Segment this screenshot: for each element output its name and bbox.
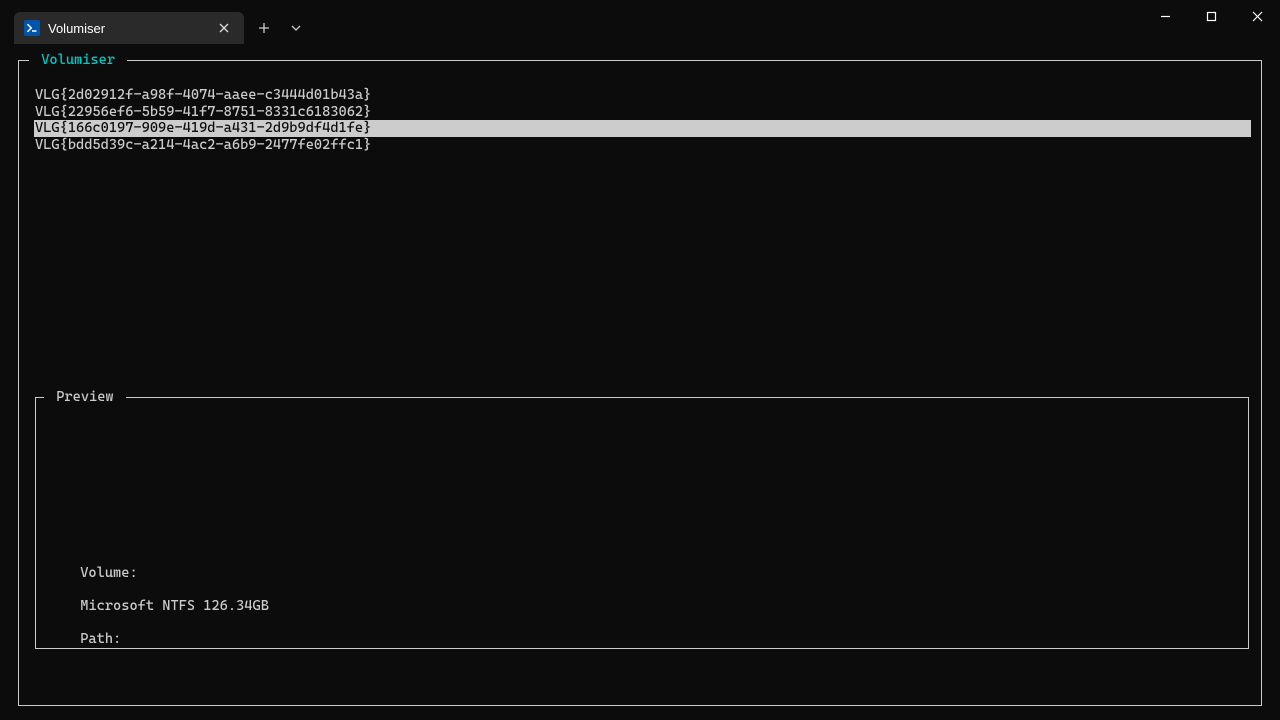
volume-list-item[interactable]: VLG{166c0197-909e-419d-a431-2d9b9df4d1fe… — [34, 120, 1251, 137]
status-volume-value: Microsoft NTFS 126.34GB — [80, 598, 269, 614]
status-path-label: Path: — [80, 631, 121, 647]
main-panel-title: Volumiser — [29, 52, 127, 69]
tab-title: Volumiser — [48, 21, 206, 36]
volume-list-item[interactable]: VLG{2d02912f-a98f-4074-aaee-c3444d01b43a… — [35, 87, 1251, 104]
window-controls — [1142, 0, 1280, 40]
new-tab-button[interactable] — [248, 12, 280, 44]
preview-panel-title: Preview — [44, 389, 126, 406]
terminal-surface: Volumiser VLG{2d02912f-a98f-4074-aaee-c3… — [0, 48, 1280, 720]
titlebar: Volumiser — [0, 0, 1280, 48]
tab-strip: Volumiser — [0, 0, 312, 44]
maximize-button[interactable] — [1188, 0, 1234, 32]
tab-close-button[interactable] — [214, 18, 234, 38]
close-window-button[interactable] — [1234, 0, 1280, 32]
tab-volumiser[interactable]: Volumiser — [14, 12, 244, 44]
volume-list-item[interactable]: VLG{bdd5d39c-a214-4ac2-a6b9-2477fe02ffc1… — [35, 137, 1251, 154]
minimize-button[interactable] — [1142, 0, 1188, 32]
volume-list-item[interactable]: VLG{22956ef6-5b59-41f7-8751-8331c6183062… — [35, 104, 1251, 121]
main-panel: Volumiser VLG{2d02912f-a98f-4074-aaee-c3… — [18, 60, 1262, 706]
powershell-icon — [24, 20, 40, 36]
status-line: Volume: Microsoft NTFS 126.34GB Path: — [31, 549, 1249, 698]
tab-dropdown-button[interactable] — [280, 12, 312, 44]
status-volume-label: Volume: — [80, 565, 137, 581]
